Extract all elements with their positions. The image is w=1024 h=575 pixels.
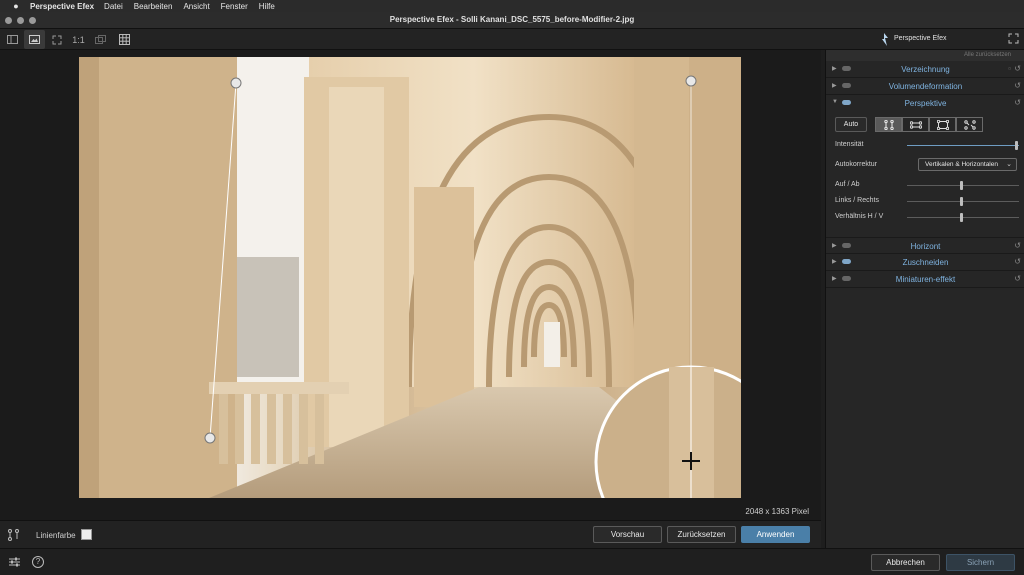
save-button[interactable]: Sichern bbox=[946, 554, 1015, 571]
zoom-1-1-button[interactable]: 1:1 bbox=[68, 30, 89, 49]
section-verzeichnung[interactable]: ▶ Verzeichnung ▫ ↺ bbox=[826, 61, 1024, 78]
help-icon[interactable]: ? bbox=[32, 556, 44, 568]
reset-icon[interactable]: ↺ bbox=[1014, 81, 1021, 90]
toolbar: 1:1 Perspective Efex bbox=[0, 29, 1024, 50]
vertical-lines-mode-icon[interactable] bbox=[875, 117, 902, 132]
section-title: Miniaturen-effekt bbox=[895, 275, 956, 284]
copy-icon[interactable]: ▫ bbox=[1008, 64, 1011, 73]
reset-icon[interactable]: ↺ bbox=[1014, 257, 1021, 266]
up-down-label: Auf / Ab bbox=[835, 181, 860, 188]
section-miniaturen-effekt[interactable]: ▶ Miniaturen-effekt ↺ bbox=[826, 271, 1024, 288]
reset-icon[interactable]: ↺ bbox=[1014, 98, 1021, 107]
image-dimensions: 2048 x 1363 Pixel bbox=[745, 507, 809, 516]
menu-datei[interactable]: Datei bbox=[104, 2, 123, 11]
reset-icon[interactable]: ↺ bbox=[1014, 64, 1021, 73]
horizontal-lines-mode-icon[interactable] bbox=[902, 117, 929, 132]
autokorrektur-value: Vertikalen & Horizontalen bbox=[925, 161, 998, 168]
section-title: Verzeichnung bbox=[901, 65, 950, 74]
up-down-slider-track[interactable] bbox=[907, 185, 1019, 186]
photo-preview[interactable] bbox=[79, 57, 741, 498]
line-color-swatch[interactable] bbox=[81, 529, 92, 540]
section-horizont[interactable]: ▶ Horizont ↺ bbox=[826, 237, 1024, 254]
preview-button[interactable]: Vorschau bbox=[593, 526, 662, 543]
apply-button[interactable]: Anwenden bbox=[741, 526, 810, 543]
ratio-slider-track[interactable] bbox=[907, 217, 1019, 218]
compare-view-icon[interactable] bbox=[90, 30, 111, 49]
left-right-label: Links / Rechts bbox=[835, 197, 879, 204]
footer-bar: ? Abbrechen Sichern bbox=[0, 548, 1024, 575]
ratio-slider-thumb[interactable] bbox=[960, 213, 963, 222]
fullscreen-icon[interactable] bbox=[1008, 33, 1020, 45]
panel-header: Alle zurücksetzen bbox=[826, 50, 1024, 61]
left-right-slider-track[interactable] bbox=[907, 201, 1019, 202]
line-tool-icon[interactable] bbox=[8, 529, 20, 541]
window-title-bar: Perspective Efex - Solli Kanani_DSC_5575… bbox=[0, 12, 1024, 29]
intensity-label: Intensität bbox=[835, 141, 864, 148]
menu-bearbeiten[interactable]: Bearbeiten bbox=[134, 2, 173, 11]
brand-name: Perspective Efex bbox=[894, 35, 947, 42]
section-volumendeformation[interactable]: ▶ Volumendeformation ↺ bbox=[826, 78, 1024, 95]
menu-hilfe[interactable]: Hilfe bbox=[259, 2, 275, 11]
section-title: Volumendeformation bbox=[888, 82, 963, 91]
ratio-label: Verhältnis H / V bbox=[835, 213, 884, 220]
section-title: Horizont bbox=[910, 242, 941, 251]
bottom-bar: Linienfarbe Vorschau Zurücksetzen Anwend… bbox=[0, 520, 821, 548]
adjustments-panel: Alle zurücksetzen ▶ Verzeichnung ▫ ↺ ▶ V… bbox=[825, 50, 1024, 548]
apple-icon[interactable]: ● bbox=[10, 1, 22, 11]
up-down-slider-thumb[interactable] bbox=[960, 181, 963, 190]
rectangle-mode-icon[interactable] bbox=[929, 117, 956, 132]
reset-all-button[interactable]: Alle zurücksetzen bbox=[964, 52, 1011, 58]
perspective-efex-logo-icon bbox=[879, 33, 889, 46]
settings-sliders-icon[interactable] bbox=[9, 557, 21, 568]
intensity-slider-track[interactable] bbox=[907, 145, 1019, 146]
grid-icon[interactable] bbox=[114, 30, 135, 49]
reset-button[interactable]: Zurücksetzen bbox=[667, 526, 736, 543]
section-perspektive[interactable]: ▼ Perspektive ↺ bbox=[826, 95, 1024, 112]
intensity-slider-thumb[interactable] bbox=[1015, 141, 1018, 150]
free-points-mode-icon[interactable] bbox=[956, 117, 983, 132]
panel-splitter[interactable] bbox=[821, 50, 825, 548]
image-canvas[interactable]: 2048 x 1363 Pixel bbox=[0, 50, 821, 520]
menu-bar: ● Perspective Efex Datei Bearbeiten Ansi… bbox=[0, 0, 1024, 12]
chevron-down-icon: ⌄ bbox=[1006, 161, 1012, 168]
menu-fenster[interactable]: Fenster bbox=[221, 2, 248, 11]
cancel-button[interactable]: Abbrechen bbox=[871, 554, 940, 571]
section-title: Perspektive bbox=[904, 99, 947, 108]
section-title: Zuschneiden bbox=[902, 258, 949, 267]
auto-button[interactable]: Auto bbox=[835, 117, 867, 132]
autokorrektur-dropdown[interactable]: Vertikalen & Horizontalen ⌄ bbox=[918, 158, 1017, 171]
menu-app-name[interactable]: Perspective Efex bbox=[30, 2, 94, 11]
single-view-icon[interactable] bbox=[24, 30, 45, 49]
left-right-slider-thumb[interactable] bbox=[960, 197, 963, 206]
fit-screen-icon[interactable] bbox=[46, 30, 67, 49]
sidebar-toggle-icon[interactable] bbox=[2, 30, 23, 49]
menu-ansicht[interactable]: Ansicht bbox=[183, 2, 209, 11]
reset-icon[interactable]: ↺ bbox=[1014, 274, 1021, 283]
line-color-label: Linienfarbe bbox=[36, 531, 76, 540]
reset-icon[interactable]: ↺ bbox=[1014, 241, 1021, 250]
section-zuschneiden[interactable]: ▶ Zuschneiden ↺ bbox=[826, 254, 1024, 271]
autokorrektur-label: Autokorrektur bbox=[835, 161, 878, 168]
window-title: Perspective Efex - Solli Kanani_DSC_5575… bbox=[389, 15, 635, 24]
